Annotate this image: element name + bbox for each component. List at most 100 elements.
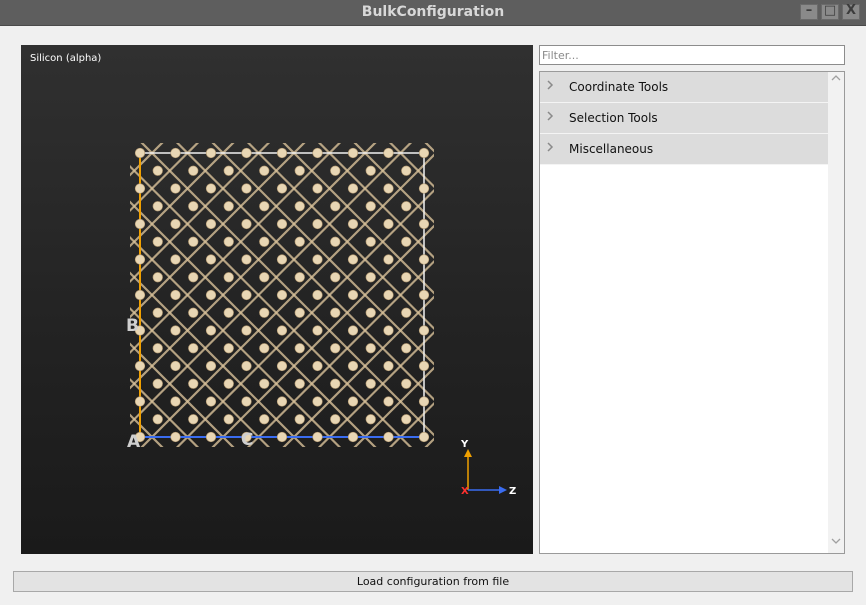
window-controls: – □ X [800, 3, 860, 20]
atom [365, 201, 376, 212]
atom [170, 431, 181, 443]
atom [401, 165, 412, 176]
tools-item-coordinate[interactable]: Coordinate Tools [540, 72, 828, 103]
atom [259, 236, 270, 247]
atom [365, 343, 376, 354]
structure-viewport[interactable]: Silicon (alpha) A B C Y X Z [21, 45, 533, 554]
atom [241, 360, 252, 372]
atom [276, 147, 288, 159]
atom [347, 431, 359, 443]
load-configuration-button[interactable]: Load configuration from file [13, 571, 853, 592]
filter-input[interactable] [539, 45, 845, 65]
atom [152, 236, 163, 247]
atom [312, 147, 323, 159]
atom [276, 183, 288, 194]
atom [276, 254, 288, 265]
tools-item-label: Selection Tools [569, 111, 658, 125]
atom [241, 325, 252, 336]
atom [401, 414, 412, 425]
atom [188, 414, 199, 425]
atom [294, 343, 305, 354]
atom [383, 360, 394, 372]
atom [152, 414, 163, 425]
atom [259, 378, 270, 389]
atom [188, 307, 199, 318]
atom [170, 147, 181, 159]
atom [134, 183, 146, 194]
atom [330, 343, 341, 354]
cell-label-b: B [126, 316, 139, 336]
scroll-down-icon[interactable] [828, 537, 844, 551]
atom [330, 414, 341, 425]
atom [312, 325, 323, 336]
atom [312, 289, 323, 301]
atoms-layer [134, 147, 430, 443]
atom [418, 254, 430, 265]
atom [294, 378, 305, 389]
atom [205, 254, 217, 265]
atom [134, 218, 146, 230]
atom [134, 147, 146, 159]
atom [418, 325, 430, 336]
maximize-icon: □ [823, 3, 837, 18]
cell-label-a: A [127, 432, 141, 452]
close-icon: X [845, 3, 857, 18]
atom [205, 218, 217, 230]
atom [241, 147, 252, 159]
atom [223, 201, 234, 212]
atom [330, 272, 341, 283]
tools-item-selection[interactable]: Selection Tools [540, 103, 828, 134]
atom [241, 289, 252, 301]
axis-label-x: X [461, 486, 469, 497]
atom [401, 307, 412, 318]
title-bar: BulkConfiguration – □ X [0, 0, 866, 26]
atom [205, 183, 217, 194]
atom [134, 289, 146, 301]
maximize-button[interactable]: □ [821, 3, 839, 20]
atom [152, 165, 163, 176]
atom [259, 165, 270, 176]
atom [259, 307, 270, 318]
atom [223, 272, 234, 283]
atom [383, 325, 394, 336]
atom [347, 183, 359, 194]
atom [294, 307, 305, 318]
atom [259, 201, 270, 212]
atom [418, 396, 430, 407]
close-button[interactable]: X [842, 3, 860, 20]
tools-scrollbar[interactable] [828, 72, 844, 553]
atom [205, 396, 217, 407]
atom [152, 378, 163, 389]
atom [294, 414, 305, 425]
atom [365, 307, 376, 318]
atom [312, 218, 323, 230]
atom [276, 218, 288, 230]
atom [347, 325, 359, 336]
atom [223, 378, 234, 389]
chevron-right-icon [545, 140, 557, 156]
tools-item-miscellaneous[interactable]: Miscellaneous [540, 134, 828, 165]
atom [383, 218, 394, 230]
atom [330, 201, 341, 212]
atom [188, 343, 199, 354]
atom [170, 218, 181, 230]
atom [383, 289, 394, 301]
atom [383, 147, 394, 159]
chevron-right-icon [545, 109, 557, 125]
atom [401, 343, 412, 354]
atom [383, 396, 394, 407]
atom [418, 289, 430, 301]
atom [365, 165, 376, 176]
atom [188, 165, 199, 176]
atom [383, 254, 394, 265]
atom [152, 307, 163, 318]
atom [418, 183, 430, 194]
atom [418, 147, 430, 159]
lattice-view[interactable]: A B C Y X Z [21, 45, 533, 554]
scroll-up-icon[interactable] [828, 74, 844, 88]
atom [223, 343, 234, 354]
minimize-button[interactable]: – [800, 3, 818, 20]
atom [401, 236, 412, 247]
atom [312, 431, 323, 443]
atom [312, 396, 323, 407]
